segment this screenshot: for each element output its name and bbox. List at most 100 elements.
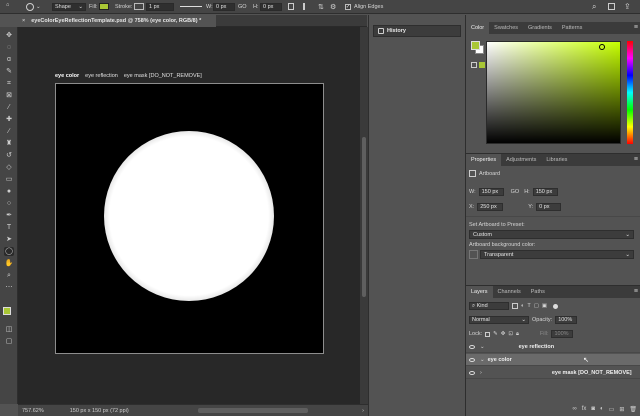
history-brush-tool-icon[interactable]: ↺ xyxy=(4,151,14,160)
layer-filter-dropdown[interactable]: ⌕ Kind xyxy=(469,302,509,310)
tab-patterns[interactable]: Patterns xyxy=(557,22,587,34)
mode-select[interactable]: Shape ⌄ xyxy=(52,3,86,11)
layer-name[interactable]: eye reflection xyxy=(519,344,554,350)
layer-name[interactable]: eye mask [DO_NOT_REMOVE] xyxy=(552,370,632,376)
filter-pixel-icon[interactable] xyxy=(512,303,518,309)
brush-tool-icon[interactable]: ∕ xyxy=(4,127,14,136)
layer-name[interactable]: eye color xyxy=(488,357,512,363)
tab-libraries[interactable]: Libraries xyxy=(541,154,572,166)
artboard-y-field[interactable]: 0 px xyxy=(536,203,562,211)
frame-tool-icon[interactable]: ⊠ xyxy=(4,91,14,100)
clone-stamp-tool-icon[interactable]: ♜ xyxy=(4,139,14,148)
dodge-tool-icon[interactable]: ○ xyxy=(4,199,14,208)
hue-slider[interactable] xyxy=(627,41,633,144)
panel-foreground-swatch[interactable] xyxy=(471,41,480,50)
chevron-down-icon[interactable]: ⌄ xyxy=(480,357,485,363)
healing-brush-tool-icon[interactable]: ✚ xyxy=(4,115,14,124)
lock-all-icon[interactable]: 🔒︎ xyxy=(516,331,519,338)
pen-tool-icon[interactable]: ✒ xyxy=(4,211,14,220)
fill-swatch[interactable] xyxy=(99,3,109,10)
artboard-label-eye-reflection[interactable]: eye reflection xyxy=(85,73,118,79)
tab-paths[interactable]: Paths xyxy=(526,286,550,298)
stroke-type-icon[interactable] xyxy=(180,6,202,7)
share-icon[interactable]: ⇪ xyxy=(624,2,631,11)
layer-row-eye-reflection[interactable]: ⌄ eye reflection xyxy=(466,341,640,353)
quick-mask-icon[interactable]: ◫ xyxy=(4,325,14,334)
layers-panel-menu-icon[interactable]: ≡ xyxy=(634,288,638,295)
filter-adjust-icon[interactable]: ◐ xyxy=(521,303,524,309)
blur-tool-icon[interactable]: ● xyxy=(4,187,14,196)
filter-type-icon[interactable]: T xyxy=(527,303,530,309)
tab-channels[interactable]: Channels xyxy=(493,286,526,298)
home-icon[interactable]: ⌂ xyxy=(6,2,9,8)
workspace-icon[interactable] xyxy=(608,3,615,10)
lock-position-icon[interactable]: ✥ xyxy=(501,331,506,337)
tab-gradients[interactable]: Gradients xyxy=(523,22,557,34)
delete-layer-icon[interactable]: 🗑︎ xyxy=(629,406,637,413)
new-layer-icon[interactable]: ⊞ xyxy=(619,406,624,413)
chevron-right-icon[interactable]: › xyxy=(480,370,482,376)
close-tab-icon[interactable]: × xyxy=(22,18,25,24)
new-group-icon[interactable]: ▭ xyxy=(609,406,615,413)
horizontal-scroll-thumb[interactable] xyxy=(198,408,308,413)
filter-toggle-icon[interactable] xyxy=(553,303,559,309)
stroke-swatch[interactable] xyxy=(134,3,144,10)
visibility-eye-icon[interactable] xyxy=(469,344,475,349)
status-menu-icon[interactable]: › xyxy=(362,408,364,414)
artboard-x-field[interactable]: 250 px xyxy=(477,203,504,211)
color-panel-menu-icon[interactable]: ≡ xyxy=(634,24,638,31)
chevron-down-icon[interactable]: ⌄ xyxy=(480,344,485,350)
screen-mode-icon[interactable]: ▢ xyxy=(4,337,14,346)
opacity-field[interactable]: 100% xyxy=(555,316,578,324)
lock-transparent-icon[interactable] xyxy=(485,331,491,337)
document-size[interactable]: 150 px x 150 px (72 ppi) xyxy=(70,408,129,414)
preset-dropdown[interactable]: Custom ⌄ xyxy=(469,230,634,239)
color-field-picker[interactable] xyxy=(486,41,621,144)
type-tool-icon[interactable]: T xyxy=(4,223,14,232)
websafe-color-icon[interactable] xyxy=(479,62,485,68)
path-ops-icon[interactable] xyxy=(288,3,294,10)
eyedropper-tool-icon[interactable]: ⁄ xyxy=(4,103,14,112)
zoom-tool-icon[interactable]: ⌕ xyxy=(4,271,14,280)
layer-style-icon[interactable]: fx xyxy=(582,406,587,412)
fill-field[interactable]: 100% xyxy=(551,330,574,338)
zoom-level[interactable]: 757.62% xyxy=(22,408,44,414)
ellipse-tool-preset[interactable]: ⌄ xyxy=(26,3,41,11)
filter-smart-icon[interactable]: ▣ xyxy=(542,303,547,309)
blend-mode-dropdown[interactable]: Normal ⌄ xyxy=(469,316,529,324)
tab-adjustments[interactable]: Adjustments xyxy=(501,154,541,166)
height-field[interactable]: 0 px xyxy=(260,3,282,11)
artboard-height-field[interactable]: 150 px xyxy=(532,188,558,196)
adjustment-layer-icon[interactable]: ◐ xyxy=(600,406,604,412)
link-layers-icon[interactable]: ∞ xyxy=(572,406,576,412)
hand-tool-icon[interactable]: ✋ xyxy=(4,259,14,268)
quick-select-tool-icon[interactable]: ✎ xyxy=(4,67,14,76)
history-panel-tab[interactable]: History xyxy=(373,25,461,37)
gradient-tool-icon[interactable]: ▭ xyxy=(4,175,14,184)
foreground-color-swatch[interactable] xyxy=(3,307,11,315)
move-tool-icon[interactable]: ✥ xyxy=(4,31,14,40)
eye-color-ellipse[interactable] xyxy=(104,131,274,301)
layer-mask-icon[interactable]: ◙ xyxy=(591,406,595,412)
artboard-label-eye-mask[interactable]: eye mask [DO_NOT_REMOVE] xyxy=(124,73,202,79)
tab-color[interactable]: Color xyxy=(466,22,490,34)
vertical-scrollbar[interactable] xyxy=(360,27,368,404)
align-edges-checkbox[interactable]: ✓ xyxy=(345,4,351,10)
artboard-bg-swatch[interactable] xyxy=(469,250,478,259)
tab-properties[interactable]: Properties xyxy=(466,154,502,166)
vertical-scroll-thumb[interactable] xyxy=(362,137,366,297)
lock-pixels-icon[interactable]: ✎ xyxy=(493,331,498,337)
properties-panel-menu-icon[interactable]: ≡ xyxy=(634,156,638,163)
visibility-eye-icon[interactable] xyxy=(469,370,475,375)
tab-layers[interactable]: Layers xyxy=(466,286,493,298)
lock-artboard-icon[interactable]: ⊡ xyxy=(508,331,513,337)
artboard-label-eye-color[interactable]: eye color xyxy=(55,73,79,79)
path-selection-tool-icon[interactable]: ➤ xyxy=(4,235,14,244)
search-icon[interactable]: ⌕ xyxy=(592,2,596,12)
marquee-tool-icon[interactable]: ◌ xyxy=(4,43,14,52)
eraser-tool-icon[interactable]: ◇ xyxy=(4,163,14,172)
link-dimensions-icon[interactable]: GO xyxy=(511,189,520,195)
crop-tool-icon[interactable]: ⌗ xyxy=(4,79,14,88)
visibility-eye-icon[interactable] xyxy=(469,357,475,362)
artboard[interactable] xyxy=(55,83,324,354)
